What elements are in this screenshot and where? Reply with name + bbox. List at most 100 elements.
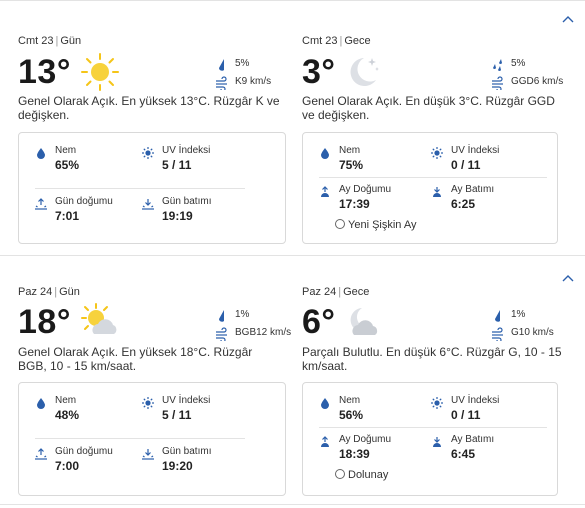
moonrise-label: Ay Doğumu (339, 184, 392, 195)
humidity-cell: Nem 48% (35, 395, 145, 435)
sunrise-label: Gün doğumu (55, 446, 113, 457)
panel-period: Gün (60, 35, 82, 47)
uv-cell: UV İndeksi 5 / 11 (142, 395, 252, 435)
card-divider (35, 188, 245, 189)
wind-icon (215, 76, 229, 92)
wind-row: GGD6 km/s (491, 75, 571, 92)
moonset-value: 6:45 (451, 447, 476, 461)
moonset-cell: Ay Batımı 6:45 (431, 434, 541, 474)
sun-icon (80, 52, 120, 92)
precip-value: 5% (235, 58, 250, 69)
humidity-cell: Nem 75% (319, 145, 429, 185)
day-section-1: Cmt 23 | Gün 13° 5% K9 km/s Genel Olarak… (0, 0, 585, 256)
temperature: 18° (18, 303, 71, 341)
moonset-value: 6:25 (451, 197, 476, 211)
precip-value: 1% (235, 309, 250, 320)
precip-value: 5% (511, 58, 526, 69)
sunset-icon (142, 447, 154, 460)
humidity-value: 75% (339, 158, 364, 172)
moonrise-icon (319, 185, 331, 197)
wind-row: BGB12 km/s (207, 326, 291, 343)
wind-value: K9 km/s (235, 76, 272, 87)
precip-row: 5% (207, 57, 287, 73)
metrics: 5% K9 km/s (207, 57, 287, 93)
wind-row: G10 km/s (491, 326, 571, 343)
sunrise-value: 7:00 (55, 459, 80, 473)
moonrise-icon (319, 435, 331, 447)
uv-sun-icon (431, 396, 443, 409)
uv-value: 5 / 11 (162, 408, 192, 422)
moonrise-label: Ay Doğumu (339, 434, 392, 445)
moon-phase-icon (335, 219, 345, 229)
panel-date: Paz 24 (18, 286, 53, 298)
uv-cell: UV İndeksi 0 / 11 (431, 145, 541, 185)
sunrise-label: Gün doğumu (55, 196, 113, 207)
forecast-summary: Genel Olarak Açık. En yüksek 13°C. Rüzgâ… (18, 94, 280, 122)
humidity-label: Nem (55, 145, 77, 156)
panel-label: Paz 24 | Gün (18, 286, 80, 298)
uv-value: 0 / 11 (451, 158, 481, 172)
uv-cell: UV İndeksi 0 / 11 (431, 395, 541, 435)
card-divider (35, 438, 245, 439)
sun-cloud-icon (80, 302, 120, 342)
wind-value: BGB12 km/s (235, 327, 292, 338)
metrics: 5% GGD6 km/s (491, 57, 571, 93)
sunset-cell: Gün batımı 19:20 (142, 446, 252, 486)
sunset-value: 19:19 (162, 209, 193, 223)
sunset-cell: Gün batımı 19:19 (142, 196, 252, 236)
raindrop-icon (491, 309, 505, 323)
panel-period: Gece (343, 286, 370, 298)
moonset-label: Ay Batımı (451, 184, 495, 195)
moon-phase-label: Dolunay (348, 469, 389, 481)
uv-label: UV İndeksi (162, 145, 211, 156)
details-card: Nem 48% UV İndeksi 5 / 11 Gün doğumu 7:0… (18, 382, 286, 496)
precip-row: 1% (207, 308, 287, 324)
precip-row: 5% (491, 57, 571, 73)
raindrop-icon (215, 309, 229, 323)
uv-label: UV İndeksi (162, 395, 211, 406)
night-panel: Cmt 23 | Gece 3° 5% GGD6 km/s Genel Olarak… (302, 0, 577, 256)
humidity-value: 56% (339, 408, 364, 422)
card-divider (319, 427, 547, 428)
panel-period: Gece (344, 35, 371, 47)
panel-label: Paz 24 | Gece (302, 286, 369, 298)
humidity-drop-icon (35, 396, 47, 409)
uv-value: 0 / 11 (451, 408, 481, 422)
humidity-value: 48% (55, 408, 80, 422)
panel-date: Cmt 23 (18, 35, 54, 47)
panel-label: Cmt 23 | Gün (18, 35, 81, 47)
wind-row: K9 km/s (207, 75, 287, 92)
uv-sun-icon (142, 146, 154, 159)
moon-stars-icon (342, 52, 382, 92)
temperature: 13° (18, 53, 71, 91)
humidity-cell: Nem 65% (35, 145, 145, 185)
sunrise-icon (35, 447, 47, 460)
details-card: Nem 56% UV İndeksi 0 / 11 Ay Doğumu 18:3… (302, 382, 558, 496)
day-panel: Cmt 23 | Gün 13° 5% K9 km/s Genel Olarak… (18, 0, 293, 256)
sunrise-icon (35, 197, 47, 210)
humidity-label: Nem (339, 145, 361, 156)
sunset-label: Gün batımı (162, 196, 212, 207)
sunrise-cell: Gün doğumu 7:00 (35, 446, 145, 486)
uv-label: UV İndeksi (451, 145, 500, 156)
moon-phase: Dolunay (335, 469, 388, 481)
moon-cloud-icon (342, 302, 382, 342)
sunset-value: 19:20 (162, 459, 193, 473)
moon-phase-icon (335, 469, 345, 479)
forecast-summary: Genel Olarak Açık. En düşük 3°C. Rüzgâr … (302, 94, 555, 122)
moonrise-value: 18:39 (339, 447, 370, 461)
moonset-icon (431, 185, 443, 197)
metrics: 1% G10 km/s (491, 308, 571, 344)
sunrise-cell: Gün doğumu 7:01 (35, 196, 145, 236)
moon-phase-label: Yeni Şişkin Ay (348, 219, 417, 231)
raindrop-icon (215, 58, 229, 72)
forecast-summary: Genel Olarak Açık. En yüksek 18°C. Rüzgâ… (18, 345, 253, 373)
moonset-cell: Ay Batımı 6:25 (431, 184, 541, 224)
day-section-2: Paz 24 | Gün 18° 1% BGB12 km/s Genel Ola… (0, 256, 585, 508)
card-divider (319, 177, 547, 178)
metrics: 1% BGB12 km/s (207, 308, 291, 344)
day-panel: Paz 24 | Gün 18° 1% BGB12 km/s Genel Ola… (18, 256, 293, 508)
panel-label: Cmt 23 | Gece (302, 35, 371, 47)
panel-date: Cmt 23 (302, 35, 338, 47)
humidity-value: 65% (55, 158, 80, 172)
